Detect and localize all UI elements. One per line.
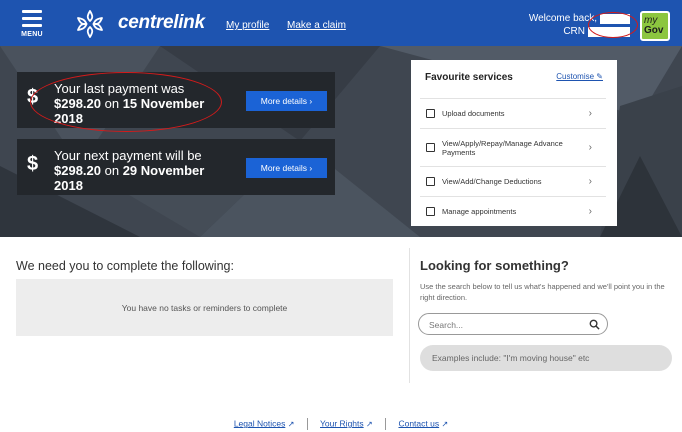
next-payment-on: on (101, 163, 123, 178)
menu-button[interactable]: MENU (14, 4, 50, 44)
calendar-icon (426, 177, 435, 186)
mygov-gov-text: Gov (644, 25, 664, 36)
fav-item-label: Upload documents (442, 109, 505, 118)
chevron-right-icon: › (588, 108, 592, 119)
search-examples-text: Examples include: "I'm moving house" etc (432, 353, 590, 363)
fav-item-label: Manage appointments (442, 206, 517, 216)
next-payment-year: 2018 (54, 178, 83, 193)
last-payment-more-details-button[interactable]: More details › (246, 91, 327, 111)
contact-us-link[interactable]: Contact us (398, 418, 439, 428)
tasks-box: You have no tasks or reminders to comple… (16, 279, 393, 336)
favourite-services-panel: Favourite services Customise ✎ Upload do… (411, 60, 617, 226)
fav-item-label: View/Add/Change Deductions (442, 177, 542, 186)
chevron-right-icon: › (588, 205, 592, 217)
hero-banner: $ Your last payment was $298.20 on 15 No… (0, 46, 682, 237)
hamburger-icon (22, 10, 42, 13)
centrelink-dashboard: MENU centrelink My profile Make a claim … (0, 0, 682, 432)
dollar-icon: $ (27, 153, 39, 175)
footer-divider (385, 418, 387, 430)
last-payment-card: $ Your last payment was $298.20 on 15 No… (17, 72, 335, 128)
search-box (418, 313, 608, 335)
fav-item-advance-payments[interactable]: View/Apply/Repay/Manage Advance Payments… (420, 128, 606, 166)
footer-divider (306, 418, 308, 430)
welcome-block: Welcome back, CRN (529, 12, 630, 38)
next-payment-date: 29 November (122, 163, 205, 178)
external-link-icon: ↗ (366, 419, 373, 429)
external-link-icon: ↗ (441, 419, 449, 429)
hamburger-icon-bar (22, 24, 42, 27)
last-payment-year: 2018 (54, 111, 83, 126)
tasks-heading: We need you to complete the following: (16, 259, 234, 273)
calendar-check-icon (426, 206, 435, 216)
welcome-text: Welcome back, (528, 13, 597, 24)
centrelink-logo-icon (77, 10, 103, 38)
upload-icon (426, 109, 435, 118)
external-link-icon: ↗ (287, 419, 295, 429)
search-icon[interactable] (589, 319, 600, 330)
last-payment-amount: $298.20 (54, 96, 101, 111)
advance-payment-icon (426, 143, 435, 152)
fav-item-manage-appointments[interactable]: Manage appointments › (420, 196, 606, 225)
menu-label: MENU (21, 31, 43, 38)
looking-heading: Looking for something? (420, 258, 569, 273)
mygov-button[interactable]: my Gov (640, 11, 670, 41)
next-payment-card: $ Your next payment will be $298.20 on 2… (17, 139, 335, 195)
top-header: MENU centrelink My profile Make a claim … (0, 0, 682, 46)
favourite-services-title: Favourite services (425, 72, 513, 83)
footer-links: Legal Notices ↗ Your Rights ↗ Contact us… (0, 418, 682, 430)
next-payment-heading: Your next payment will be (54, 148, 202, 163)
crn-label: CRN (563, 26, 585, 37)
next-payment-amount-line: $298.20 on 29 November (54, 163, 204, 178)
redacted-user-name (600, 13, 630, 24)
dollar-icon: $ (27, 86, 39, 108)
hamburger-icon-bar (22, 17, 42, 20)
fav-item-upload-documents[interactable]: Upload documents › (420, 98, 606, 128)
legal-notices-link[interactable]: Legal Notices (234, 418, 286, 428)
next-payment-more-details-button[interactable]: More details › (246, 158, 327, 178)
make-a-claim-link[interactable]: Make a claim (287, 20, 346, 31)
search-examples-hint: Examples include: "I'm moving house" etc (420, 345, 672, 371)
fav-item-label: View/Apply/Repay/Manage Advance Payments (442, 138, 563, 157)
centrelink-logo-text[interactable]: centrelink (118, 12, 205, 34)
tasks-empty-message: You have no tasks or reminders to comple… (121, 303, 288, 313)
redacted-crn (588, 26, 630, 37)
last-payment-heading: Your last payment was (54, 81, 185, 96)
last-payment-amount-line: $298.20 on 15 November (54, 96, 204, 111)
fav-item-deductions[interactable]: View/Add/Change Deductions › (420, 166, 606, 196)
last-payment-date: 15 November (122, 96, 205, 111)
my-profile-link[interactable]: My profile (226, 20, 269, 31)
search-input[interactable] (429, 317, 579, 332)
chevron-right-icon: › (588, 176, 592, 187)
last-payment-on: on (101, 96, 123, 111)
next-payment-amount: $298.20 (54, 163, 101, 178)
looking-description: Use the search below to tell us what's h… (420, 282, 665, 302)
customise-link[interactable]: Customise ✎ (556, 72, 603, 81)
your-rights-link[interactable]: Your Rights (320, 418, 364, 428)
chevron-right-icon: › (588, 142, 592, 153)
section-divider (409, 248, 410, 383)
